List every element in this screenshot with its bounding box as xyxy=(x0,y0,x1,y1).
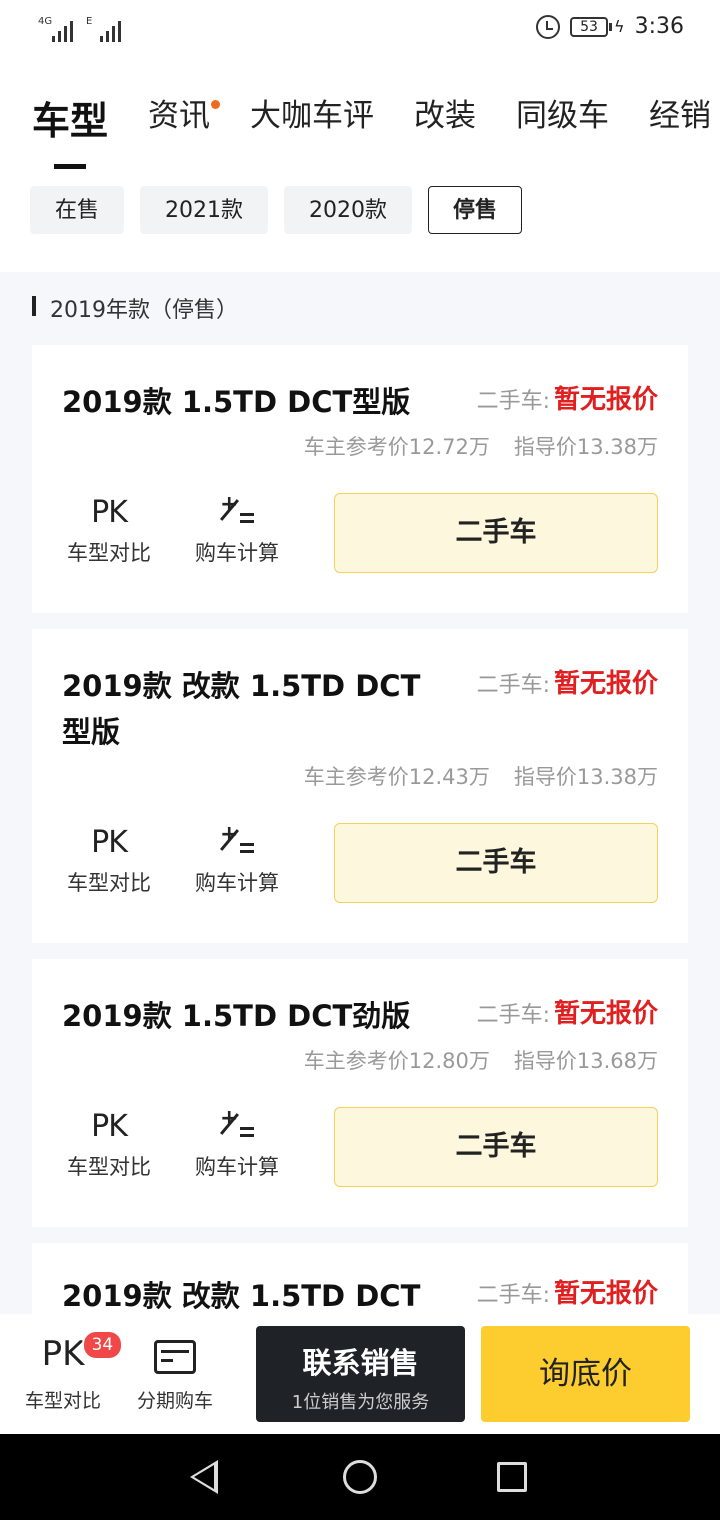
filter-2021[interactable]: 2021款 xyxy=(140,186,269,234)
used-price-info: 二手车: 暂无报价 xyxy=(476,385,658,415)
compare-action[interactable]: PK 车型对比 xyxy=(54,1109,164,1181)
guide-price: 指导价13.68万 xyxy=(513,1049,658,1073)
new-dot-icon xyxy=(211,100,221,109)
model-list: 2019年款（停售） 2019款 1.5TD DCT型版 二手车: 暂无报价 车主… xyxy=(0,272,720,1314)
pk-icon: PK xyxy=(91,495,128,530)
charging-icon: ϟ xyxy=(614,17,625,36)
price-info: 车主参考价12.72万 指导价13.38万 xyxy=(304,431,658,461)
model-card[interactable]: 2019款 改款 1.5TD DCT型版 二手车: 暂无报价 车主参考价12.43… xyxy=(32,629,688,943)
calculator-icon: + xyxy=(219,824,254,863)
calculator-action[interactable]: + 购车计算 xyxy=(182,1108,292,1181)
status-bar: 4G E 53 ϟ 3:36 xyxy=(0,0,720,62)
calculator-action[interactable]: + 购车计算 xyxy=(182,824,292,897)
battery-level: 53 xyxy=(570,16,609,37)
model-name: 2019款 1.5TD DCT型版 xyxy=(62,385,411,419)
compare-count-badge: 34 xyxy=(81,1330,124,1360)
back-icon[interactable] xyxy=(190,1460,218,1494)
model-card[interactable]: 2019款 改款 1.5TD DCT 二手车: 暂无报价 xyxy=(32,1243,688,1314)
compare-action[interactable]: PK 车型对比 xyxy=(54,495,164,567)
used-car-button[interactable]: 二手车 xyxy=(334,493,658,573)
guide-price: 指导价13.38万 xyxy=(513,765,658,789)
model-name: 2019款 改款 1.5TD DCT型版 xyxy=(62,669,421,749)
filter-discontinued[interactable]: 停售 xyxy=(428,186,523,234)
price-info: 车主参考价12.43万 指导价13.38万 xyxy=(304,761,658,791)
bottom-compare-button[interactable]: PK 34 车型对比 xyxy=(8,1330,124,1413)
used-price-info: 二手车: 暂无报价 xyxy=(476,999,658,1029)
calculator-action[interactable]: + 购车计算 xyxy=(182,494,292,567)
owner-price: 车主参考价12.43万 xyxy=(303,765,490,789)
owner-price: 车主参考价12.72万 xyxy=(303,435,490,459)
owner-price: 车主参考价12.80万 xyxy=(303,1049,490,1073)
tab-expert-reviews[interactable]: 大咖车评 xyxy=(250,90,374,169)
battery-icon: 53 ϟ xyxy=(570,16,625,37)
guide-price: 指导价13.38万 xyxy=(513,435,658,459)
model-card[interactable]: 2019款 1.5TD DCT劲版 二手车: 暂无报价 车主参考价12.80万 指导… xyxy=(32,959,688,1227)
top-tabs: 车型 资讯 大咖车评 改装 同级车 经销 xyxy=(32,90,720,169)
pk-icon: PK 34 xyxy=(42,1330,124,1380)
ask-lowest-price-button[interactable]: 询底价 xyxy=(481,1326,690,1422)
contact-sales-button[interactable]: 联系销售 1位销售为您服务 xyxy=(256,1326,465,1422)
home-icon[interactable] xyxy=(343,1460,377,1494)
model-name: 2019款 1.5TD DCT劲版 xyxy=(62,999,411,1033)
bottom-action-bar: PK 34 车型对比 分期购车 联系销售 1位销售为您服务 询底价 xyxy=(0,1314,720,1434)
compare-action[interactable]: PK 车型对比 xyxy=(54,825,164,897)
tab-news[interactable]: 资讯 xyxy=(148,90,221,169)
installment-button[interactable]: 分期购车 xyxy=(120,1334,230,1413)
calculator-icon: + xyxy=(219,494,254,533)
pk-icon: PK xyxy=(91,1109,128,1144)
installment-card-icon xyxy=(154,1334,196,1380)
clock: 3:36 xyxy=(634,14,684,39)
price-info: 车主参考价12.80万 指导价13.68万 xyxy=(304,1045,658,1075)
calculator-icon: + xyxy=(219,1108,254,1147)
pk-icon: PK xyxy=(91,825,128,860)
used-car-button[interactable]: 二手车 xyxy=(334,823,658,903)
cell-signal-icon: 4G xyxy=(38,16,73,42)
year-filters: 在售 2021款 2020款 停售 xyxy=(30,186,523,234)
alarm-icon xyxy=(536,14,561,39)
model-card[interactable]: 2019款 1.5TD DCT型版 二手车: 暂无报价 车主参考价12.72万 指导… xyxy=(32,345,688,613)
recent-apps-icon[interactable] xyxy=(497,1462,527,1492)
tab-same-class[interactable]: 同级车 xyxy=(516,90,609,169)
tab-modification[interactable]: 改装 xyxy=(414,90,476,169)
used-price-info: 二手车: 暂无报价 xyxy=(476,669,658,699)
filter-2020[interactable]: 2020款 xyxy=(284,186,413,234)
used-car-button[interactable]: 二手车 xyxy=(334,1107,658,1187)
model-name: 2019款 改款 1.5TD DCT xyxy=(62,1279,421,1313)
system-nav-bar xyxy=(0,1434,720,1520)
network-type-label: 4G xyxy=(38,16,53,27)
filter-on-sale[interactable]: 在售 xyxy=(30,186,125,234)
tab-dealers[interactable]: 经销 xyxy=(649,90,711,169)
used-price-info: 二手车: 暂无报价 xyxy=(476,1279,658,1309)
cell-signal-2-icon: E xyxy=(86,16,121,42)
tab-models[interactable]: 车型 xyxy=(32,90,108,169)
network-type-2-label: E xyxy=(86,16,93,27)
section-title: 2019年款（停售） xyxy=(32,292,238,324)
